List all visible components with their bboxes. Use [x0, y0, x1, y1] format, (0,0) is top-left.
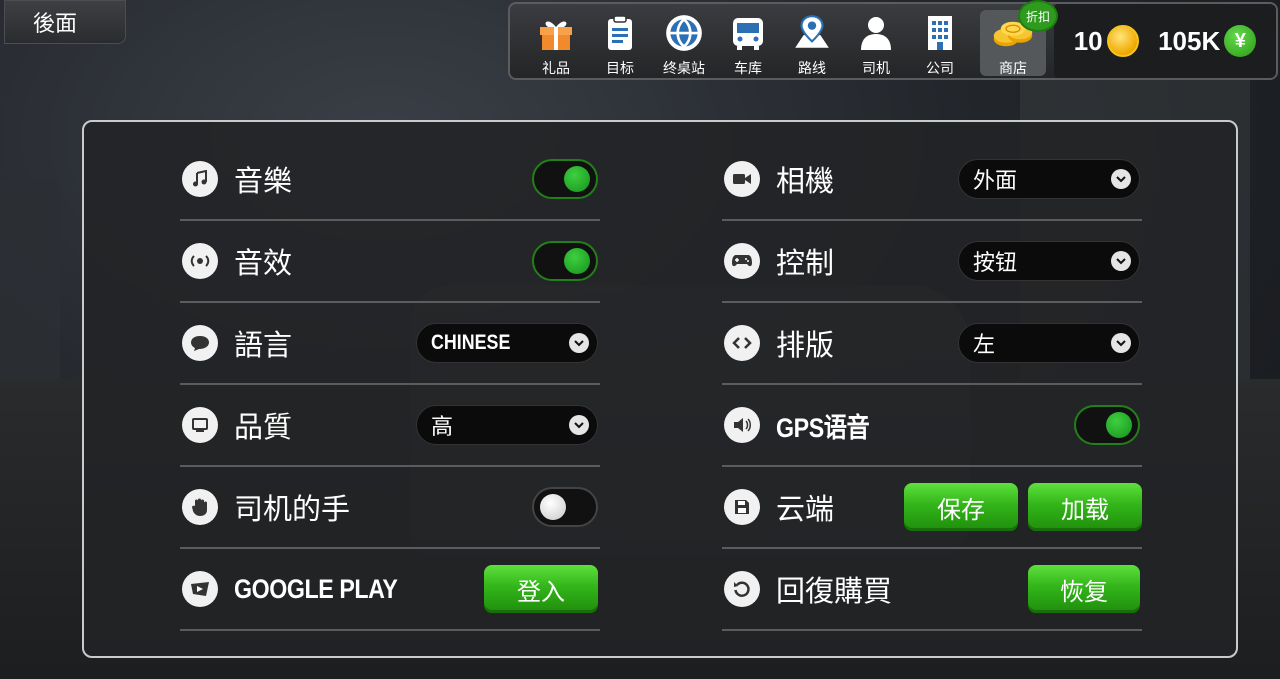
dropdown-value: 按钮 — [973, 251, 1018, 276]
nav-label: 车库 — [734, 61, 762, 77]
setting-language: 語言 CHINESE — [180, 303, 600, 385]
globe-icon — [663, 12, 705, 54]
sound-effects-toggle[interactable] — [532, 241, 598, 281]
bg-building — [0, 180, 60, 400]
language-dropdown[interactable]: CHINESE — [416, 323, 598, 363]
setting-label: 相機 — [776, 164, 835, 198]
nav-label: 商店 — [999, 61, 1027, 77]
camera-icon — [724, 161, 760, 197]
cloud-load-button[interactable]: 加载 — [1028, 483, 1142, 531]
nav-label: 公司 — [926, 61, 954, 77]
monitor-icon — [182, 407, 218, 443]
speech-bubble-icon — [182, 325, 218, 361]
setting-label: 回復購買 — [776, 574, 893, 608]
layout-dropdown[interactable]: 左 — [958, 323, 1140, 363]
cash-value: 105K — [1158, 25, 1221, 56]
setting-label: 云端 — [776, 492, 835, 526]
clipboard-icon — [599, 12, 641, 54]
setting-label: 語言 — [234, 328, 293, 362]
setting-label: 音樂 — [234, 164, 293, 198]
nav-garage[interactable]: 车库 — [716, 4, 780, 78]
controls-dropdown[interactable]: 按钮 — [958, 241, 1140, 281]
code-brackets-icon — [724, 325, 760, 361]
quality-dropdown[interactable]: 高 — [416, 405, 598, 445]
google-play-games-icon — [182, 571, 218, 607]
chevron-down-icon — [569, 415, 589, 435]
gift-icon — [535, 12, 577, 54]
back-button[interactable]: 後面 — [4, 0, 126, 44]
camera-dropdown[interactable]: 外面 — [958, 159, 1140, 199]
nav-gift[interactable]: 礼品 — [524, 4, 588, 78]
setting-label: GOOGLE PLAY — [234, 573, 398, 604]
nav-label: 路线 — [798, 61, 826, 77]
driver-hands-toggle[interactable] — [532, 487, 598, 527]
toggle-knob — [540, 494, 566, 520]
nav-company[interactable]: 公司 — [908, 4, 972, 78]
nav-label: 司机 — [862, 61, 890, 77]
setting-label: 控制 — [776, 246, 835, 280]
chevron-down-icon — [1111, 251, 1131, 271]
setting-label: GPS语音 — [776, 412, 870, 443]
coins-balance[interactable]: 10 — [1074, 25, 1139, 57]
toggle-knob — [564, 248, 590, 274]
nav-label: 目标 — [606, 61, 634, 77]
chevron-down-icon — [1111, 169, 1131, 189]
coin-icon — [1106, 25, 1139, 57]
dropdown-value: 左 — [973, 333, 996, 358]
nav-label: 终桌站 — [663, 61, 705, 77]
coins-value: 10 — [1073, 25, 1103, 56]
person-icon — [855, 12, 897, 54]
discount-badge: 折扣 — [1020, 2, 1056, 30]
setting-label: 排版 — [776, 328, 835, 362]
cloud-save-button[interactable]: 保存 — [904, 483, 1018, 531]
music-toggle[interactable] — [532, 159, 598, 199]
setting-controls: 控制 按钮 — [722, 221, 1142, 303]
save-disk-icon — [724, 489, 760, 525]
setting-label: 音效 — [234, 246, 293, 280]
gamepad-icon — [724, 243, 760, 279]
dropdown-value: 高 — [431, 415, 454, 440]
nav-drivers[interactable]: 司机 — [844, 4, 908, 78]
nav-items: 礼品 目标 终桌站 车库 路线 司机 公司 折扣 商店 — [510, 2, 1056, 78]
nav-routes[interactable]: 路线 — [780, 4, 844, 78]
sound-effects-icon — [182, 243, 218, 279]
restore-icon — [724, 571, 760, 607]
top-toolbar: 礼品 目标 终桌站 车库 路线 司机 公司 折扣 商店 10 105K ¥ — [508, 2, 1278, 80]
bus-icon — [727, 12, 769, 54]
setting-cloud: 云端 保存 加载 — [722, 467, 1142, 549]
map-pin-icon — [791, 12, 833, 54]
setting-gps-voice: GPS语音 — [722, 385, 1142, 467]
nav-shop[interactable]: 折扣 商店 — [980, 2, 1056, 77]
chevron-down-icon — [1111, 333, 1131, 353]
currency-display: 10 105K ¥ — [1054, 4, 1276, 78]
setting-camera: 相機 外面 — [722, 139, 1142, 221]
building-icon — [919, 12, 961, 54]
nav-goals[interactable]: 目标 — [588, 4, 652, 78]
toggle-knob — [1106, 412, 1132, 438]
setting-layout: 排版 左 — [722, 303, 1142, 385]
gps-voice-toggle[interactable] — [1074, 405, 1140, 445]
setting-music: 音樂 — [180, 139, 600, 221]
setting-driver-hands: 司机的手 — [180, 467, 600, 549]
settings-panel: 音樂 音效 語言 CHINESE 品質 高 司机的手 GOOGLE PLAY 登… — [82, 120, 1238, 658]
hand-icon — [182, 489, 218, 525]
sign-in-button[interactable]: 登入 — [484, 565, 598, 613]
chevron-down-icon — [569, 333, 589, 353]
setting-google-play: GOOGLE PLAY 登入 — [180, 549, 600, 631]
dropdown-value: CHINESE — [431, 331, 511, 354]
restore-button[interactable]: 恢复 — [1028, 565, 1140, 613]
setting-label: 司机的手 — [234, 492, 351, 526]
nav-label: 礼品 — [542, 61, 570, 77]
nav-terminal[interactable]: 终桌站 — [652, 4, 716, 78]
toggle-knob — [564, 166, 590, 192]
dropdown-value: 外面 — [973, 169, 1018, 194]
music-icon — [182, 161, 218, 197]
setting-restore-purchases: 回復購買 恢复 — [722, 549, 1142, 631]
setting-quality: 品質 高 — [180, 385, 600, 467]
speaker-icon — [724, 407, 760, 443]
yen-icon: ¥ — [1224, 25, 1257, 57]
cash-balance[interactable]: 105K ¥ — [1158, 25, 1257, 57]
setting-label: 品質 — [234, 410, 293, 444]
setting-sound-effects: 音效 — [180, 221, 600, 303]
